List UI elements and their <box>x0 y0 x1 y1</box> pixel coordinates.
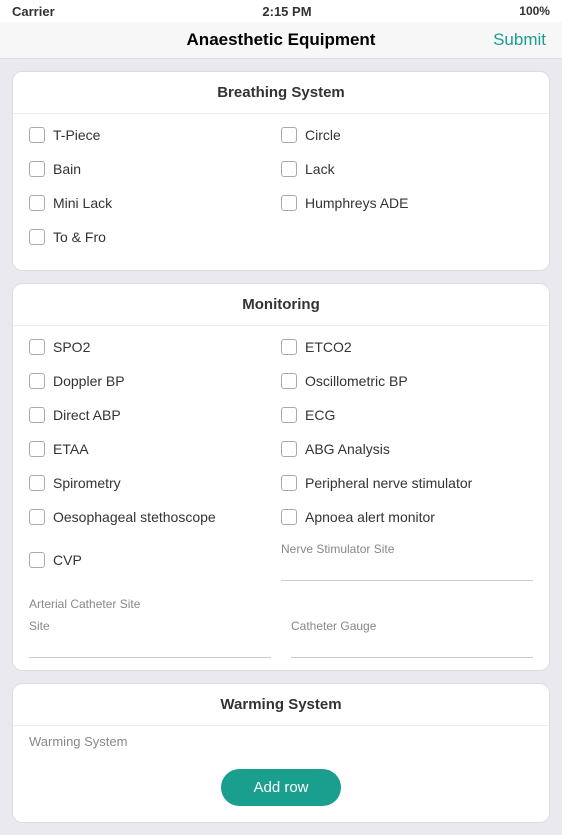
minilack-checkbox[interactable] <box>29 195 45 211</box>
add-row-button[interactable]: Add row <box>221 769 340 806</box>
list-item: Circle <box>281 118 533 152</box>
dopplerbp-checkbox[interactable] <box>29 373 45 389</box>
empty-cell <box>281 220 533 254</box>
list-item: T-Piece <box>29 118 281 152</box>
arterial-catheter-section: Arterial Catheter Site Site Catheter Gau… <box>13 589 549 658</box>
ecg-checkbox[interactable] <box>281 407 297 423</box>
warming-system-label: Warming System <box>29 734 127 749</box>
directabp-checkbox[interactable] <box>29 407 45 423</box>
list-item: ABG Analysis <box>281 432 533 466</box>
oscillometric-label: Oscillometric BP <box>305 373 408 389</box>
site-label: Site <box>29 619 271 633</box>
list-item: Doppler BP <box>29 364 281 398</box>
bain-checkbox[interactable] <box>29 161 45 177</box>
warming-system-card: Warming System Warming System Add row <box>12 683 550 823</box>
list-item: ETCO2 <box>281 330 533 364</box>
list-item: CVP <box>29 534 281 585</box>
apnoea-label: Apnoea alert monitor <box>305 509 435 525</box>
carrier-label: Carrier <box>12 4 55 19</box>
arterial-catheter-label: Arterial Catheter Site <box>29 597 533 611</box>
cvp-label: CVP <box>53 552 82 568</box>
nerve-stimulator-site-input[interactable] <box>281 556 533 581</box>
abg-label: ABG Analysis <box>305 441 390 457</box>
submit-button[interactable]: Submit <box>493 30 546 50</box>
oesophageal-checkbox[interactable] <box>29 509 45 525</box>
tpiece-checkbox[interactable] <box>29 127 45 143</box>
ecg-label: ECG <box>305 407 335 423</box>
etco2-label: ETCO2 <box>305 339 352 355</box>
circle-label: Circle <box>305 127 341 143</box>
monitoring-grid: SPO2 ETCO2 Doppler BP Oscillometric BP D… <box>13 326 549 589</box>
site-input[interactable] <box>29 633 271 658</box>
spo2-checkbox[interactable] <box>29 339 45 355</box>
status-bar: Carrier 2:15 PM 100% <box>0 0 562 22</box>
minilack-label: Mini Lack <box>53 195 112 211</box>
battery-label: 100% <box>519 4 550 18</box>
etaa-checkbox[interactable] <box>29 441 45 457</box>
breathing-system-header: Breathing System <box>13 72 549 114</box>
etco2-checkbox[interactable] <box>281 339 297 355</box>
spirometry-label: Spirometry <box>53 475 121 491</box>
directabp-label: Direct ABP <box>53 407 121 423</box>
catheter-gauge-input[interactable] <box>291 633 533 658</box>
site-field-group: Site <box>29 619 271 658</box>
catheter-gauge-label: Catheter Gauge <box>291 619 533 633</box>
page-title: Anaesthetic Equipment <box>187 30 376 50</box>
time-label: 2:15 PM <box>262 4 311 19</box>
cvp-checkbox[interactable] <box>29 552 45 568</box>
warming-system-content: Warming System <box>13 726 549 757</box>
list-item: Humphreys ADE <box>281 186 533 220</box>
apnoea-checkbox[interactable] <box>281 509 297 525</box>
breathing-system-grid: T-Piece Circle Bain Lack Mini Lack <box>13 114 549 258</box>
list-item: Lack <box>281 152 533 186</box>
warming-system-header: Warming System <box>13 684 549 726</box>
dopplerbp-label: Doppler BP <box>53 373 125 389</box>
tofro-checkbox[interactable] <box>29 229 45 245</box>
humphreys-label: Humphreys ADE <box>305 195 408 211</box>
lack-checkbox[interactable] <box>281 161 297 177</box>
tofro-label: To & Fro <box>53 229 106 245</box>
nerve-stimulator-site-column: Nerve Stimulator Site <box>281 534 533 585</box>
abg-checkbox[interactable] <box>281 441 297 457</box>
list-item: Peripheral nerve stimulator <box>281 466 533 500</box>
breathing-system-card: Breathing System T-Piece Circle Bain Lac… <box>12 71 550 271</box>
list-item: ECG <box>281 398 533 432</box>
catheter-fields: Site Catheter Gauge <box>29 619 533 658</box>
list-item: Direct ABP <box>29 398 281 432</box>
list-item: To & Fro <box>29 220 281 254</box>
etaa-label: ETAA <box>53 441 89 457</box>
monitoring-header: Monitoring <box>13 284 549 326</box>
list-item: Apnoea alert monitor <box>281 500 533 534</box>
circle-checkbox[interactable] <box>281 127 297 143</box>
peripheral-checkbox[interactable] <box>281 475 297 491</box>
list-item: Oscillometric BP <box>281 364 533 398</box>
main-content: Breathing System T-Piece Circle Bain Lac… <box>0 59 562 835</box>
list-item: Spirometry <box>29 466 281 500</box>
humphreys-checkbox[interactable] <box>281 195 297 211</box>
oscillometric-checkbox[interactable] <box>281 373 297 389</box>
oesophageal-label: Oesophageal stethoscope <box>53 509 216 525</box>
spo2-label: SPO2 <box>53 339 90 355</box>
list-item: Mini Lack <box>29 186 281 220</box>
list-item: Bain <box>29 152 281 186</box>
catheter-gauge-field-group: Catheter Gauge <box>291 619 533 658</box>
list-item: Oesophageal stethoscope <box>29 500 281 534</box>
nav-bar: Anaesthetic Equipment Submit <box>0 22 562 59</box>
peripheral-label: Peripheral nerve stimulator <box>305 475 472 491</box>
spirometry-checkbox[interactable] <box>29 475 45 491</box>
bain-label: Bain <box>53 161 81 177</box>
nerve-stimulator-site-label: Nerve Stimulator Site <box>281 542 533 556</box>
tpiece-label: T-Piece <box>53 127 100 143</box>
monitoring-card: Monitoring SPO2 ETCO2 Doppler BP Oscillo… <box>12 283 550 671</box>
list-item: SPO2 <box>29 330 281 364</box>
lack-label: Lack <box>305 161 335 177</box>
list-item: ETAA <box>29 432 281 466</box>
